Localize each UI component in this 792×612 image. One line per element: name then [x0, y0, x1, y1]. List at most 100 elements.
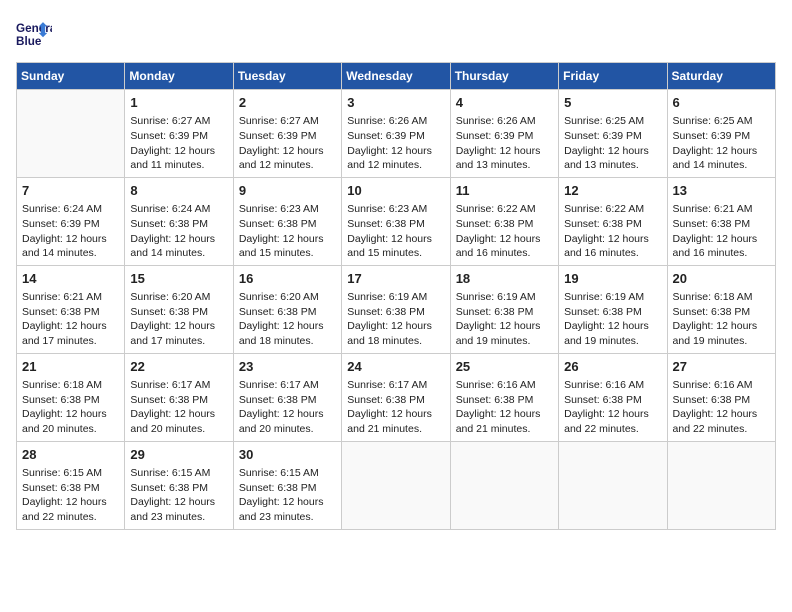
calendar-cell: 6 Sunrise: 6:25 AM Sunset: 6:39 PM Daylig…: [667, 90, 775, 178]
day-info: Sunrise: 6:16 AM Sunset: 6:38 PM Dayligh…: [673, 378, 770, 437]
calendar-cell: [559, 441, 667, 529]
calendar-cell: 4 Sunrise: 6:26 AM Sunset: 6:39 PM Daylig…: [450, 90, 558, 178]
calendar-cell: 23Sunrise: 6:17 AM Sunset: 6:38 PM Dayli…: [233, 353, 341, 441]
day-number: 28: [22, 446, 119, 464]
day-number: 8: [130, 182, 227, 200]
col-header-sunday: Sunday: [17, 63, 125, 90]
calendar-cell: 19 Sunrise: 6:19 AM Sunset: 6:38 PM Dayli…: [559, 265, 667, 353]
day-number: 14: [22, 270, 119, 288]
day-number: 6: [673, 94, 770, 112]
col-header-tuesday: Tuesday: [233, 63, 341, 90]
day-number: 21: [22, 358, 119, 376]
day-info: Sunrise: 6:24 AM Sunset: 6:38 PM Dayligh…: [130, 202, 227, 261]
calendar-cell: 15 Sunrise: 6:20 AM Sunset: 6:38 PM Dayli…: [125, 265, 233, 353]
page-header: General Blue: [16, 16, 776, 52]
day-number: 4: [456, 94, 553, 112]
day-number: 11: [456, 182, 553, 200]
day-info: Sunrise: 6:19 AM Sunset: 6:38 PM Dayligh…: [456, 290, 553, 349]
day-number: 5: [564, 94, 661, 112]
calendar-cell: 3Sunrise: 6:26 AM Sunset: 6:39 PM Daylig…: [342, 90, 450, 178]
calendar-cell: 29Sunrise: 6:15 AM Sunset: 6:38 PM Dayli…: [125, 441, 233, 529]
day-number: 30: [239, 446, 336, 464]
day-number: 25: [456, 358, 553, 376]
day-number: 13: [673, 182, 770, 200]
day-number: 17: [347, 270, 444, 288]
calendar-cell: [17, 90, 125, 178]
day-info: Sunrise: 6:16 AM Sunset: 6:38 PM Dayligh…: [564, 378, 661, 437]
day-info: Sunrise: 6:25 AM Sunset: 6:39 PM Dayligh…: [564, 114, 661, 173]
day-number: 3: [347, 94, 444, 112]
day-info: Sunrise: 6:22 AM Sunset: 6:38 PM Dayligh…: [564, 202, 661, 261]
day-info: Sunrise: 6:25 AM Sunset: 6:39 PM Dayligh…: [673, 114, 770, 173]
calendar-cell: 25 Sunrise: 6:16 AM Sunset: 6:38 PM Dayli…: [450, 353, 558, 441]
day-info: Sunrise: 6:20 AM Sunset: 6:38 PM Dayligh…: [239, 290, 336, 349]
calendar-cell: 26Sunrise: 6:16 AM Sunset: 6:38 PM Dayli…: [559, 353, 667, 441]
day-info: Sunrise: 6:18 AM Sunset: 6:38 PM Dayligh…: [673, 290, 770, 349]
calendar-cell: 13 Sunrise: 6:21 AM Sunset: 6:38 PM Dayli…: [667, 177, 775, 265]
day-number: 9: [239, 182, 336, 200]
day-info: Sunrise: 6:19 AM Sunset: 6:38 PM Dayligh…: [347, 290, 444, 349]
day-info: Sunrise: 6:17 AM Sunset: 6:38 PM Dayligh…: [130, 378, 227, 437]
col-header-thursday: Thursday: [450, 63, 558, 90]
day-info: Sunrise: 6:19 AM Sunset: 6:38 PM Dayligh…: [564, 290, 661, 349]
day-info: Sunrise: 6:27 AM Sunset: 6:39 PM Dayligh…: [239, 114, 336, 173]
calendar-cell: 30 Sunrise: 6:15 AM Sunset: 6:38 PM Dayli…: [233, 441, 341, 529]
calendar-cell: 17 Sunrise: 6:19 AM Sunset: 6:38 PM Dayli…: [342, 265, 450, 353]
calendar-cell: [450, 441, 558, 529]
day-info: Sunrise: 6:21 AM Sunset: 6:38 PM Dayligh…: [22, 290, 119, 349]
day-info: Sunrise: 6:24 AM Sunset: 6:39 PM Dayligh…: [22, 202, 119, 261]
day-info: Sunrise: 6:22 AM Sunset: 6:38 PM Dayligh…: [456, 202, 553, 261]
calendar-week-row: 21 Sunrise: 6:18 AM Sunset: 6:38 PM Dayli…: [17, 353, 776, 441]
day-number: 19: [564, 270, 661, 288]
calendar-week-row: 14 Sunrise: 6:21 AM Sunset: 6:38 PM Dayli…: [17, 265, 776, 353]
calendar-cell: 12 Sunrise: 6:22 AM Sunset: 6:38 PM Dayli…: [559, 177, 667, 265]
day-number: 18: [456, 270, 553, 288]
day-number: 16: [239, 270, 336, 288]
calendar-cell: 7 Sunrise: 6:24 AM Sunset: 6:39 PM Daylig…: [17, 177, 125, 265]
day-info: Sunrise: 6:21 AM Sunset: 6:38 PM Dayligh…: [673, 202, 770, 261]
day-number: 24: [347, 358, 444, 376]
logo: General Blue: [16, 16, 58, 52]
calendar-cell: 5 Sunrise: 6:25 AM Sunset: 6:39 PM Daylig…: [559, 90, 667, 178]
day-number: 22: [130, 358, 227, 376]
col-header-friday: Friday: [559, 63, 667, 90]
calendar-cell: 1Sunrise: 6:27 AM Sunset: 6:39 PM Daylig…: [125, 90, 233, 178]
day-info: Sunrise: 6:17 AM Sunset: 6:38 PM Dayligh…: [347, 378, 444, 437]
calendar-header-row: SundayMondayTuesdayWednesdayThursdayFrid…: [17, 63, 776, 90]
day-number: 27: [673, 358, 770, 376]
day-info: Sunrise: 6:23 AM Sunset: 6:38 PM Dayligh…: [347, 202, 444, 261]
calendar-cell: 21 Sunrise: 6:18 AM Sunset: 6:38 PM Dayli…: [17, 353, 125, 441]
calendar-cell: 2Sunrise: 6:27 AM Sunset: 6:39 PM Daylig…: [233, 90, 341, 178]
day-number: 1: [130, 94, 227, 112]
day-info: Sunrise: 6:15 AM Sunset: 6:38 PM Dayligh…: [130, 466, 227, 525]
day-number: 23: [239, 358, 336, 376]
day-info: Sunrise: 6:15 AM Sunset: 6:38 PM Dayligh…: [239, 466, 336, 525]
calendar-cell: [342, 441, 450, 529]
col-header-saturday: Saturday: [667, 63, 775, 90]
day-info: Sunrise: 6:16 AM Sunset: 6:38 PM Dayligh…: [456, 378, 553, 437]
day-info: Sunrise: 6:18 AM Sunset: 6:38 PM Dayligh…: [22, 378, 119, 437]
calendar-table: SundayMondayTuesdayWednesdayThursdayFrid…: [16, 62, 776, 530]
svg-text:Blue: Blue: [16, 35, 42, 48]
calendar-cell: 18 Sunrise: 6:19 AM Sunset: 6:38 PM Dayli…: [450, 265, 558, 353]
day-info: Sunrise: 6:15 AM Sunset: 6:38 PM Dayligh…: [22, 466, 119, 525]
calendar-cell: 8 Sunrise: 6:24 AM Sunset: 6:38 PM Daylig…: [125, 177, 233, 265]
day-info: Sunrise: 6:20 AM Sunset: 6:38 PM Dayligh…: [130, 290, 227, 349]
day-info: Sunrise: 6:26 AM Sunset: 6:39 PM Dayligh…: [456, 114, 553, 173]
logo-icon: General Blue: [16, 16, 52, 52]
calendar-cell: 20Sunrise: 6:18 AM Sunset: 6:38 PM Dayli…: [667, 265, 775, 353]
col-header-monday: Monday: [125, 63, 233, 90]
day-number: 7: [22, 182, 119, 200]
calendar-cell: 24 Sunrise: 6:17 AM Sunset: 6:38 PM Dayli…: [342, 353, 450, 441]
day-number: 12: [564, 182, 661, 200]
calendar-cell: [667, 441, 775, 529]
calendar-week-row: 1 Sunrise: 6:27 AM Sunset: 6:39 PM Daylig…: [17, 90, 776, 178]
day-number: 15: [130, 270, 227, 288]
calendar-cell: 10Sunrise: 6:23 AM Sunset: 6:38 PM Dayli…: [342, 177, 450, 265]
col-header-wednesday: Wednesday: [342, 63, 450, 90]
calendar-week-row: 7 Sunrise: 6:24 AM Sunset: 6:39 PM Daylig…: [17, 177, 776, 265]
calendar-cell: 9Sunrise: 6:23 AM Sunset: 6:38 PM Daylig…: [233, 177, 341, 265]
calendar-week-row: 28 Sunrise: 6:15 AM Sunset: 6:38 PM Dayli…: [17, 441, 776, 529]
calendar-cell: 14 Sunrise: 6:21 AM Sunset: 6:38 PM Dayli…: [17, 265, 125, 353]
calendar-cell: 27 Sunrise: 6:16 AM Sunset: 6:38 PM Dayli…: [667, 353, 775, 441]
